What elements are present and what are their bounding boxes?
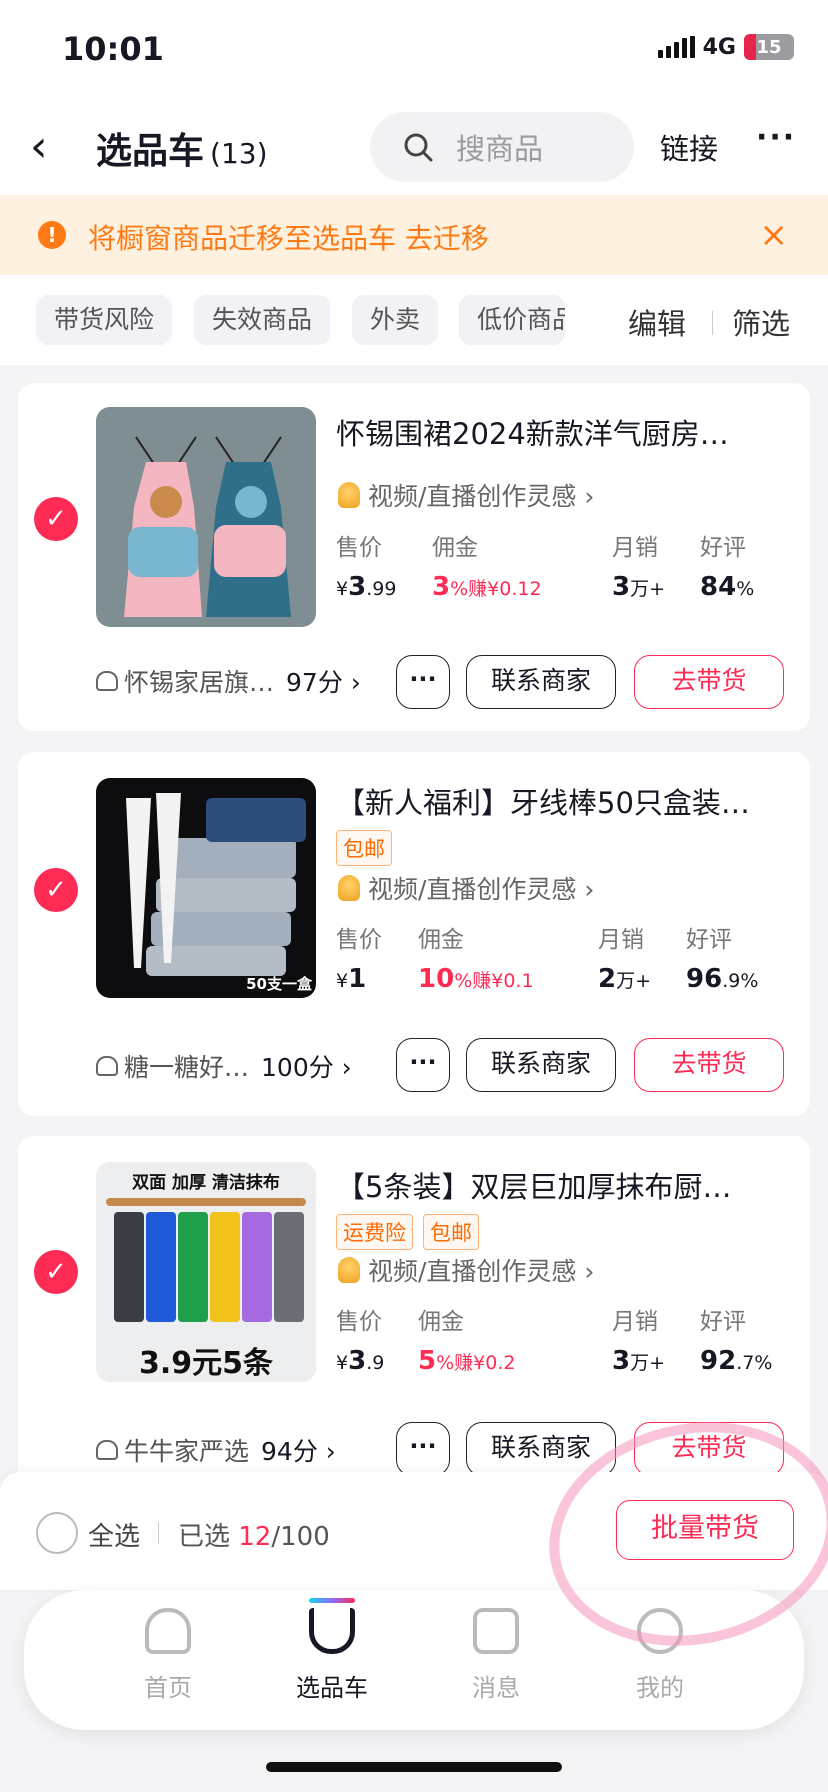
message-icon (473, 1608, 519, 1654)
commission-value: 10%赚¥0.1 (418, 964, 534, 994)
product-title[interactable]: 【5条装】双层巨加厚抹布厨… (336, 1164, 786, 1206)
selected-checkbox[interactable]: ✓ (34, 497, 78, 541)
promote-button[interactable]: 去带货 (634, 1038, 784, 1092)
contact-merchant-button[interactable]: 联系商家 (466, 655, 616, 709)
rating-value: 92.7% (700, 1346, 773, 1376)
sales-value: 3万+ (612, 572, 666, 602)
image-caption: 50支一盒 (246, 975, 312, 993)
bulb-icon (338, 1257, 360, 1283)
battery-icon: 15 (744, 34, 794, 60)
cart-icon (309, 1598, 355, 1654)
shop-info[interactable]: 牛牛家严选 94分 › (96, 1432, 336, 1468)
filter-bar: 带货风险 失效商品 外卖 低价商品 编辑 筛选 (0, 275, 828, 365)
search-icon (404, 133, 433, 162)
price-value: ¥1 (336, 964, 367, 994)
close-icon[interactable]: × (760, 215, 789, 255)
bulb-icon (338, 482, 360, 508)
status-time: 10:01 (62, 30, 164, 68)
sales-value: 3万+ (612, 1346, 666, 1376)
home-indicator (266, 1762, 562, 1772)
product-image-flosser[interactable]: 50支一盒 (96, 778, 316, 998)
inspiration-link[interactable]: 视频/直播创作灵感 › (338, 870, 594, 906)
status-bar: 10:01 4G 15 (0, 0, 828, 100)
select-all-radio[interactable] (36, 1512, 78, 1554)
more-menu-icon[interactable]: ··· (756, 120, 796, 155)
tab-me[interactable]: 我的 (600, 1608, 720, 1703)
network-label: 4G (702, 34, 736, 60)
back-arrow-icon[interactable]: ‹ (30, 122, 70, 172)
tag-free-shipping: 包邮 (336, 830, 392, 866)
bottom-tab-bar: 首页 选品车 消息 我的 (24, 1590, 804, 1730)
status-right: 4G 15 (657, 34, 794, 60)
divider (712, 311, 713, 335)
commission-value: 3%赚¥0.12 (432, 572, 542, 602)
profile-icon (637, 1608, 683, 1654)
sales-value: 2万+ (598, 964, 652, 994)
shop-icon (96, 671, 118, 691)
commission-value: 5%赚¥0.2 (418, 1346, 516, 1376)
selection-bar: 全选 已选 12/100 批量带货 (0, 1472, 828, 1590)
inspiration-link[interactable]: 视频/直播创作灵感 › (338, 477, 594, 513)
item-count: (13) (210, 137, 268, 170)
product-title[interactable]: 怀锡围裙2024新款洋气厨房… (336, 411, 786, 453)
contact-merchant-button[interactable]: 联系商家 (466, 1422, 616, 1472)
promote-button[interactable]: 去带货 (634, 655, 784, 709)
tag-list: 运费险 包邮 (336, 1214, 479, 1250)
banner-message: 将橱窗商品迁移至选品车 去迁移 (88, 222, 489, 255)
more-options-button[interactable]: ··· (396, 1038, 450, 1092)
product-title[interactable]: 【新人福利】牙线棒50只盒装… (336, 780, 786, 822)
tag-free-shipping: 包邮 (423, 1214, 479, 1250)
filter-chip-risk[interactable]: 带货风险 (36, 295, 173, 345)
filter-chip-takeout[interactable]: 外卖 (352, 295, 439, 345)
page-title: 选品车 (13) (96, 131, 268, 172)
tab-selection-cart[interactable]: 选品车 (272, 1598, 392, 1703)
link-button[interactable]: 链接 (660, 126, 718, 168)
filter-chip-invalid[interactable]: 失效商品 (194, 295, 331, 345)
selected-checkbox[interactable]: ✓ (34, 1250, 78, 1294)
product-image-apron[interactable] (96, 407, 316, 627)
search-input[interactable]: 搜商品 (370, 112, 634, 182)
contact-merchant-button[interactable]: 联系商家 (466, 1038, 616, 1092)
filter-chip-lowprice[interactable]: 低价商品 (459, 295, 565, 345)
more-options-button[interactable]: ··· (396, 655, 450, 709)
tab-messages[interactable]: 消息 (436, 1608, 556, 1703)
migrate-banner: ! 将橱窗商品迁移至选品车 去迁移 × (0, 195, 828, 275)
shop-icon (96, 1440, 118, 1460)
selected-count: 已选 12/100 (178, 1522, 330, 1552)
product-card[interactable]: ✓ 怀锡围裙2024新款洋气厨房… 视频/直播创作灵感 › 售价 佣金 月销 好… (18, 383, 810, 731)
product-card[interactable]: ✓ 双面 加厚 清洁抹布 3.9元5条 【5条装】双层巨加厚抹布厨… 运费险 包… (18, 1136, 810, 1472)
warning-icon: ! (38, 221, 66, 249)
more-options-button[interactable]: ··· (396, 1422, 450, 1472)
bulb-icon (338, 875, 360, 901)
selected-checkbox[interactable]: ✓ (34, 868, 78, 912)
inspiration-link[interactable]: 视频/直播创作灵感 › (338, 1252, 594, 1288)
tag-shipping-insurance: 运费险 (336, 1214, 413, 1250)
price-value: ¥3.9 (336, 1346, 385, 1376)
edit-button[interactable]: 编辑 (628, 301, 686, 343)
rating-value: 84% (700, 572, 755, 602)
image-top-caption: 双面 加厚 清洁抹布 (132, 1173, 280, 1193)
filter-button[interactable]: 筛选 (732, 301, 790, 343)
rating-value: 96.9% (686, 964, 759, 994)
signal-icon (657, 36, 695, 58)
home-icon (145, 1608, 191, 1654)
shop-icon (96, 1056, 118, 1076)
batch-promote-button[interactable]: 批量带货 (616, 1500, 794, 1560)
shop-info[interactable]: 怀锡家居旗… 97分 › (96, 663, 361, 699)
select-all-label[interactable]: 全选 (88, 1516, 140, 1553)
image-bottom-caption: 3.9元5条 (138, 1346, 274, 1381)
tab-home[interactable]: 首页 (108, 1608, 228, 1703)
product-card[interactable]: ✓ 50支一盒 【新人福利】牙线棒50只盒装… 包邮 视频/直播创作灵感 › 售… (18, 752, 810, 1116)
migrate-link[interactable]: 去迁移 (405, 222, 489, 255)
divider (158, 1522, 159, 1544)
price-value: ¥3.99 (336, 572, 397, 602)
nav-header: ‹ 选品车 (13) 搜商品 链接 ··· (0, 100, 828, 195)
shop-info[interactable]: 糖一糖好… 100分 › (96, 1048, 352, 1084)
search-placeholder: 搜商品 (456, 132, 544, 166)
tag-list: 包邮 (336, 830, 392, 866)
promote-button[interactable]: 去带货 (634, 1422, 784, 1472)
product-image-cloth[interactable]: 双面 加厚 清洁抹布 3.9元5条 (96, 1162, 316, 1382)
